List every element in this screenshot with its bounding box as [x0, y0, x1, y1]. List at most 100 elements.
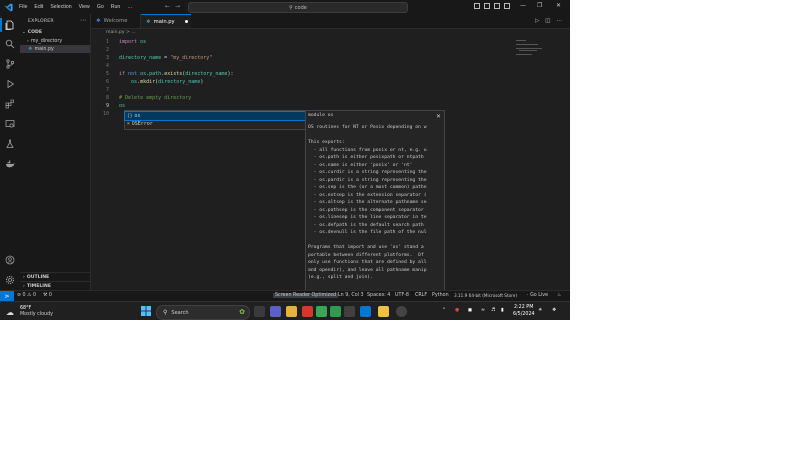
- tab-main-py[interactable]: ❖ main.py: [141, 14, 191, 28]
- workspace-root-label: CODE: [27, 29, 43, 35]
- details-line: only use functions that are defined by a…: [308, 260, 427, 265]
- encoding[interactable]: UTF-8: [395, 293, 409, 298]
- title-bar: File Edit Selection View Go Run … ← → ⚲ …: [0, 0, 570, 14]
- brave-browser-icon[interactable]: [302, 306, 313, 317]
- command-center-label: code: [294, 4, 307, 11]
- search-icon[interactable]: [5, 39, 15, 49]
- close-icon[interactable]: ✕: [556, 2, 561, 9]
- clock-date[interactable]: 6/5/2024: [513, 312, 535, 317]
- go-live-button[interactable]: ⋅ Go Live: [527, 293, 548, 298]
- explorer-icon[interactable]: [0, 18, 15, 32]
- details-line: - os.pathsep is the component separator: [308, 207, 424, 213]
- language-mode[interactable]: Python: [432, 293, 449, 298]
- details-line: portable between different platforms. Of: [308, 252, 424, 258]
- suggestion-details[interactable]: ✕ module os OS routines for NT or Posix …: [305, 110, 445, 292]
- workspace-root[interactable]: ⌄ CODE: [20, 28, 90, 36]
- tree-item-main-py[interactable]: ❖ main.py: [20, 45, 90, 53]
- tray-chevron-up-icon[interactable]: ⌃: [442, 308, 446, 313]
- breadcrumb[interactable]: main.py > ...: [106, 30, 136, 35]
- remote-explorer-icon[interactable]: [5, 119, 15, 129]
- customize-layout-icon[interactable]: [504, 3, 510, 9]
- run-debug-icon[interactable]: [5, 79, 15, 89]
- menu-edit[interactable]: Edit: [34, 4, 43, 10]
- timeline-panel-header[interactable]: › TIMELINE: [20, 281, 90, 290]
- split-editor-icon[interactable]: ◫: [545, 18, 550, 24]
- menu-selection[interactable]: Selection: [50, 4, 71, 10]
- layout-secondary-sidebar-icon[interactable]: [494, 3, 500, 9]
- details-line: - os.linesep is the line separator in te: [308, 215, 427, 220]
- tab-welcome[interactable]: ❖ Welcome: [91, 14, 141, 28]
- widgets-icon[interactable]: ❖: [552, 308, 556, 313]
- unsaved-dot-icon[interactable]: [184, 19, 189, 24]
- menu-more[interactable]: …: [127, 4, 132, 10]
- sidebar-title: EXPLORER: [28, 19, 54, 24]
- more-actions-icon[interactable]: ⋯: [557, 18, 563, 24]
- forward-arrow-icon[interactable]: →: [175, 3, 180, 10]
- timeline-label: TIMELINE: [26, 283, 51, 289]
- details-line: Programs that import and use 'os' stand …: [308, 245, 424, 250]
- menu-go[interactable]: Go: [97, 4, 104, 10]
- details-line: - os.altsep is the alternate pathname se: [308, 200, 427, 205]
- back-arrow-icon[interactable]: ←: [165, 3, 170, 10]
- wifi-icon[interactable]: ≈: [481, 308, 485, 313]
- cursor-position[interactable]: Ln 9, Col 3: [338, 293, 364, 298]
- layout-panel-icon[interactable]: [484, 3, 490, 9]
- layout-primary-sidebar-icon[interactable]: [474, 3, 480, 9]
- python-interpreter[interactable]: 3.11.9 64-bit (Microsoft Store): [454, 293, 517, 298]
- suggestion-item[interactable]: {} os: [124, 111, 307, 121]
- more-actions-icon[interactable]: ⋯: [80, 17, 86, 24]
- close-icon[interactable]: ✕: [436, 113, 441, 120]
- code-line: 5 if not os.path.exists(directory_name):: [105, 71, 234, 77]
- notification-icon[interactable]: ☀: [538, 308, 542, 313]
- minimap[interactable]: [511, 39, 561, 59]
- indentation[interactable]: Spaces: 4: [367, 293, 390, 298]
- screen-reader-status[interactable]: Screen Reader Optimized: [273, 293, 339, 298]
- python-file-icon: ❖: [28, 46, 33, 52]
- command-center-search-icon: ⚲: [289, 4, 293, 11]
- problems-indicator[interactable]: ⊘ 0 ⚠ 0: [17, 293, 36, 298]
- clock-time[interactable]: 2:22 PM: [514, 305, 533, 310]
- extensions-icon[interactable]: [5, 99, 15, 109]
- layout-controls: [474, 3, 510, 9]
- file-explorer-icon[interactable]: [286, 306, 297, 317]
- tree-item-my-directory[interactable]: › my_directory: [20, 37, 90, 45]
- app-icon[interactable]: [396, 306, 407, 317]
- volume-icon[interactable]: ♬: [491, 308, 495, 313]
- outline-panel-header[interactable]: › OUTLINE: [20, 272, 90, 281]
- folder-icon[interactable]: [378, 306, 389, 317]
- docker-icon[interactable]: [5, 159, 15, 169]
- task-view-icon[interactable]: [254, 306, 265, 317]
- python-file-icon: ❖: [146, 18, 151, 25]
- start-button[interactable]: [141, 306, 151, 316]
- settings-gear-icon[interactable]: [5, 275, 15, 285]
- minimize-icon[interactable]: —: [520, 2, 526, 9]
- app-icon[interactable]: [316, 306, 327, 317]
- account-icon[interactable]: [5, 255, 15, 265]
- run-file-icon[interactable]: ▷: [535, 18, 539, 24]
- testing-icon[interactable]: [5, 139, 15, 149]
- details-line: (e.g., split and join).: [308, 275, 373, 280]
- details-line: - os.defpath is the default search path: [308, 222, 424, 228]
- taskbar-search[interactable]: ⚲ Search ✿: [156, 305, 250, 320]
- menu-run[interactable]: Run: [111, 4, 121, 10]
- menu-view[interactable]: View: [79, 4, 90, 10]
- app-icon[interactable]: [330, 306, 341, 317]
- suggestion-item[interactable]: ⌘ OSError: [125, 120, 306, 128]
- source-control-icon[interactable]: [5, 59, 15, 69]
- terminal-icon[interactable]: [344, 306, 355, 317]
- maximize-icon[interactable]: ❐: [537, 2, 542, 9]
- teams-icon[interactable]: [270, 306, 281, 317]
- tray-app-icon[interactable]: ●: [455, 308, 459, 313]
- command-center[interactable]: ⚲ code: [188, 2, 408, 13]
- tab-label: main.py: [153, 18, 175, 25]
- line-ending[interactable]: CRLF: [415, 293, 427, 298]
- tray-app-icon[interactable]: ◼: [468, 308, 472, 313]
- ports-indicator[interactable]: ⚒ 0: [43, 293, 52, 298]
- activity-bar: [0, 14, 21, 290]
- details-header: module os: [308, 113, 334, 118]
- suggestion-list: {} os ⌘ OSError: [124, 110, 307, 130]
- vscode-taskbar-icon[interactable]: [360, 306, 371, 317]
- menu-file[interactable]: File: [19, 4, 27, 10]
- notifications-bell-icon[interactable]: ♨: [557, 293, 561, 298]
- battery-icon[interactable]: ▮: [501, 308, 504, 313]
